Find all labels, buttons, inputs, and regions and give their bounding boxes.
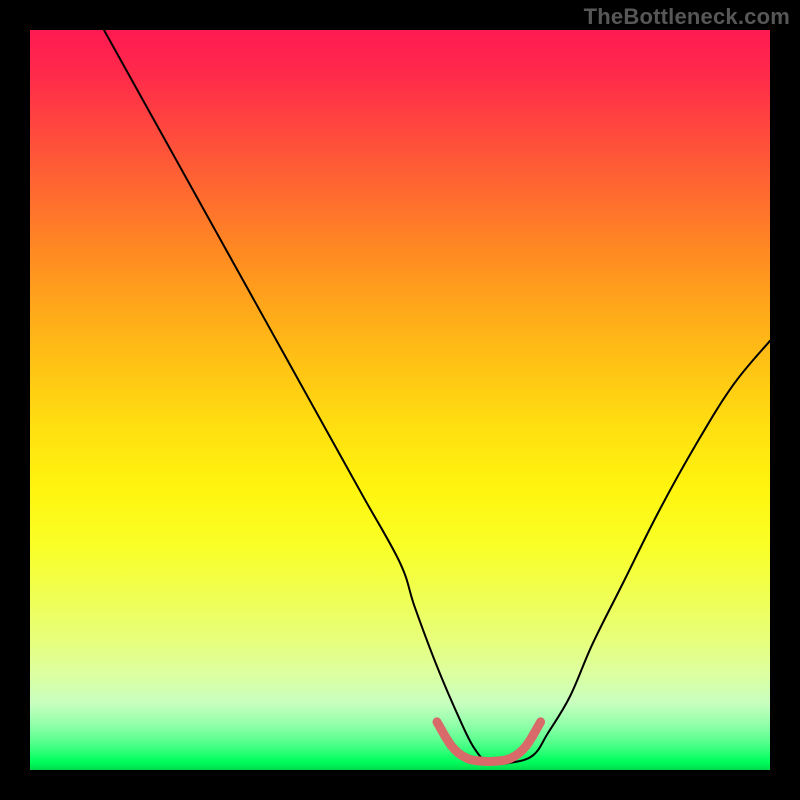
chart-frame: TheBottleneck.com — [0, 0, 800, 800]
chart-svg — [30, 30, 770, 770]
plot-area — [30, 30, 770, 770]
bottleneck-curve — [104, 30, 770, 764]
watermark-text: TheBottleneck.com — [584, 4, 790, 30]
optimal-band — [437, 722, 541, 762]
